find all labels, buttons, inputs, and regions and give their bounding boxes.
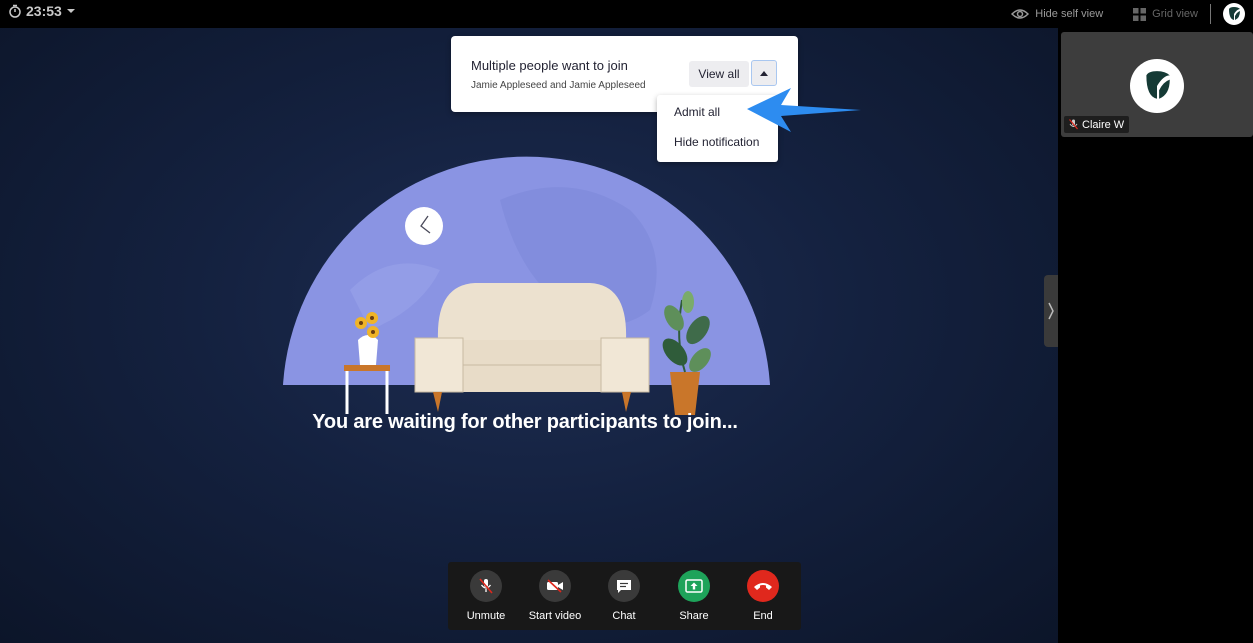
unmute-button[interactable]: Unmute [451, 570, 521, 622]
chevron-right-icon [1048, 302, 1054, 320]
mic-muted-icon [479, 578, 493, 594]
unmute-label: Unmute [466, 610, 506, 622]
share-button[interactable]: Share [659, 570, 729, 622]
chat-label: Chat [612, 610, 636, 622]
chat-icon [617, 579, 631, 593]
hide-notification-menu-item[interactable]: Hide notification [674, 135, 759, 149]
end-label: End [753, 610, 773, 622]
mic-muted-icon [1069, 119, 1078, 130]
start-video-button[interactable]: Start video [520, 570, 590, 622]
meeting-timer[interactable]: 23:53 [8, 3, 76, 19]
grid-view-label: Grid view [1152, 8, 1198, 20]
eye-icon [1011, 9, 1030, 19]
start-video-label: Start video [528, 610, 582, 622]
end-button[interactable]: End [728, 570, 798, 622]
more-options-button[interactable] [751, 60, 777, 86]
notification-subtitle: Jamie Appleseed and Jamie Appleseed [471, 80, 646, 91]
avatar [1130, 59, 1184, 113]
participant-name-tag: Claire W [1064, 116, 1130, 133]
share-screen-icon [685, 579, 703, 593]
meeting-controls: Unmute Start video Chat Share End [448, 562, 801, 630]
notification-title: Multiple people want to join [471, 58, 628, 73]
pointer-arrow-icon [747, 88, 861, 132]
waiting-room-illustration [283, 156, 770, 415]
divider [1210, 4, 1211, 24]
hide-self-view-label: Hide self view [1035, 8, 1104, 20]
app-logo-icon[interactable] [1223, 3, 1245, 25]
expand-panel-button[interactable] [1044, 275, 1058, 347]
chat-button[interactable]: Chat [589, 570, 659, 622]
waiting-message: You are waiting for other participants t… [312, 411, 738, 433]
participant-name: Claire W [1082, 118, 1125, 131]
admit-all-menu-item[interactable]: Admit all [674, 105, 720, 119]
stopwatch-icon [9, 4, 21, 18]
video-off-icon [547, 579, 563, 593]
grid-view-button[interactable]: Grid view [1133, 7, 1198, 21]
hide-self-view-button[interactable]: Hide self view [1011, 8, 1103, 20]
share-label: Share [679, 610, 709, 622]
timer-value: 23:53 [26, 3, 62, 19]
top-bar: 23:53 Hide self view Grid view [0, 0, 1253, 28]
user-logo-icon [1146, 71, 1170, 99]
chevron-down-icon [66, 9, 75, 13]
end-call-icon [754, 583, 772, 590]
view-all-button[interactable]: View all [689, 61, 749, 87]
grid-icon [1133, 7, 1147, 21]
caret-up-icon [760, 70, 768, 76]
